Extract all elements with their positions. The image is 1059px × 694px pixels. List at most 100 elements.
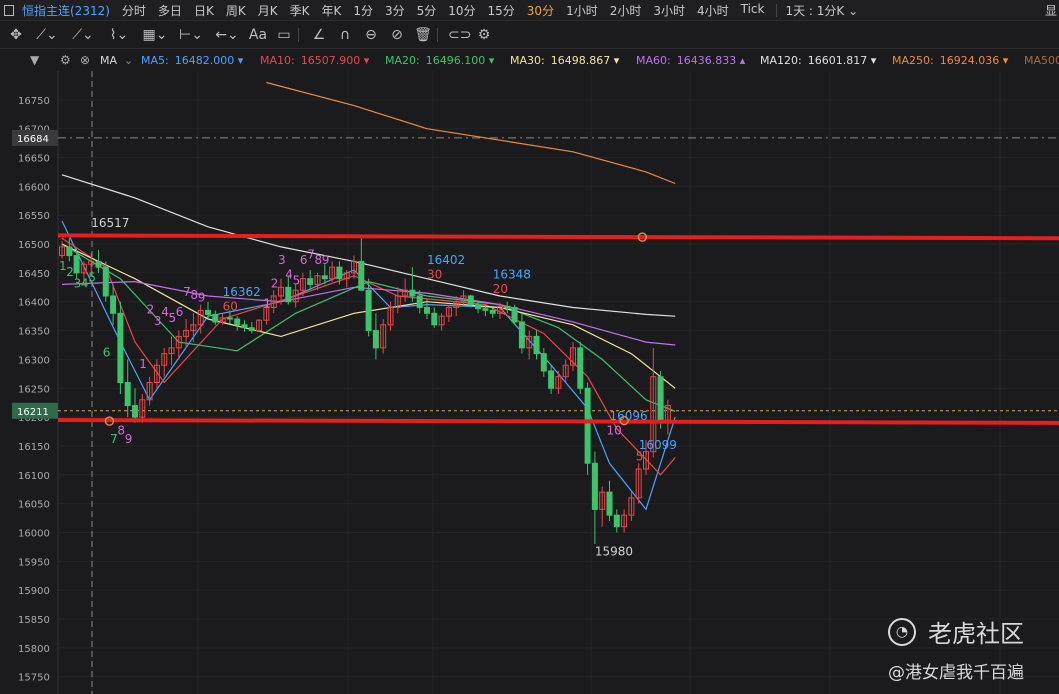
candle-body [424, 307, 430, 314]
ray-icon[interactable]: ⟋⌄ [68, 27, 98, 43]
ma-number: 16482.000 [174, 54, 235, 67]
period-list: 分时 多日 日K 周K 月K 季K 年K 1分 3分 5分 10分 15分 30分 1小时 2小时 3小时 4小… [122, 2, 777, 19]
arrow-icon[interactable]: ←⌄ [212, 27, 242, 43]
price-annotation: 16362 [223, 285, 261, 299]
ma-label: MA20: [385, 54, 420, 67]
candle-body [205, 309, 211, 315]
candle-body [248, 327, 255, 332]
ma-value-ma120[interactable]: MA120: 16601.817 ▾ [760, 54, 876, 67]
period-tab[interactable]: 1分 [353, 2, 373, 19]
delete-icon[interactable]: 🗑 [413, 27, 433, 43]
ma-arrow-icon: ▾ [237, 54, 244, 67]
ma-value-ma30[interactable]: MA30: 16498.867 ▾ [510, 54, 619, 67]
ma-value-ma5[interactable]: MA5: 16482.000 ▾ [141, 54, 243, 67]
circle-draw-icon[interactable]: ⊖ [361, 27, 381, 43]
layout-icon[interactable] [4, 4, 14, 16]
y-tick-label: 16150 [18, 442, 50, 453]
ma-value-ma10[interactable]: MA10: 16507.900 ▾ [260, 54, 369, 67]
period-tab[interactable]: Tick [741, 2, 765, 19]
indicator-menu-icon[interactable]: ▼ [30, 53, 39, 67]
comment-icon[interactable]: ▭ [274, 27, 294, 43]
candle-body [212, 313, 219, 323]
angle-icon[interactable]: ∠ [309, 27, 329, 43]
ma-value-ma60[interactable]: MA60: 16436.833 ▴ [636, 54, 745, 67]
td-count-label: 6 [176, 305, 184, 319]
trend-line-icon[interactable]: ⟋⌄ [32, 27, 62, 43]
crosshair-price-label: 16684 [17, 134, 49, 145]
price-annotation: 16096 [610, 409, 648, 423]
td-count-label: 5 [88, 271, 96, 285]
range-selector[interactable]: 1天 : 1分K ⌄ [785, 2, 858, 19]
measure-icon[interactable]: ⊢⌄ [176, 27, 206, 43]
y-tick-label: 16650 [18, 154, 50, 165]
ma-value-ma500[interactable]: MA500 [1024, 54, 1059, 67]
price-annotation: 60 [223, 299, 238, 313]
tool-divider [437, 27, 438, 42]
period-tab[interactable]: 月K [258, 2, 278, 19]
y-tick-label: 15750 [18, 673, 50, 684]
arc-icon[interactable]: ∩ [335, 27, 355, 43]
price-annotation: 16402 [427, 253, 465, 267]
price-annotation: 15980 [595, 545, 633, 559]
ma-value-ma250[interactable]: MA250: 16924.036 ▾ [892, 54, 1008, 67]
y-tick-label: 15950 [18, 557, 50, 568]
close-icon[interactable]: ⊗ [80, 53, 90, 67]
period-tab[interactable]: 日K [194, 2, 214, 19]
candle-body [584, 387, 591, 464]
right-label[interactable]: 显 [1045, 2, 1057, 19]
period-tab[interactable]: 分时 [122, 2, 146, 19]
y-tick-label: 16350 [18, 327, 50, 338]
text-icon[interactable]: Aa [248, 27, 268, 43]
symbol-label[interactable]: 恒指主连(2312) [22, 2, 110, 19]
settings-icon[interactable]: ⚙ [60, 53, 71, 67]
y-tick-label: 15900 [18, 586, 50, 597]
candle-body [504, 305, 511, 309]
candle-body [102, 266, 109, 297]
td-count-label: 9 [125, 432, 133, 446]
period-tab[interactable]: 季K [290, 2, 310, 19]
period-tab[interactable]: 周K [226, 2, 246, 19]
price-annotation: 16099 [639, 438, 677, 452]
y-tick-label: 15800 [18, 644, 50, 655]
price-chart[interactable]: 15750 15800 15850 15900 15950 16000 16050 16100… [0, 71, 1059, 694]
pattern-icon[interactable]: ▦⌄ [140, 27, 170, 43]
candle-body [591, 462, 598, 510]
candle-body [606, 491, 613, 516]
candle-body [431, 312, 438, 326]
chevron-down-icon[interactable]: ⌄ [124, 54, 133, 67]
td-count-label: 1 [263, 297, 271, 311]
period-tab[interactable]: 4小时 [697, 2, 729, 19]
y-tick-label: 16000 [18, 528, 50, 539]
current-price-label: 16211 [17, 407, 49, 418]
ma-arrow-icon: ▾ [363, 54, 370, 67]
watermark-brand: 老虎社区 [928, 620, 1024, 648]
ma-number: 16496.100 [425, 54, 486, 67]
period-tab[interactable]: 多日 [158, 2, 182, 19]
period-tab[interactable]: 30分 [527, 2, 554, 19]
ma-number: 16507.900 [300, 54, 361, 67]
period-tab[interactable]: 1小时 [566, 2, 598, 19]
ma-value-ma20[interactable]: MA20: 16496.100 ▾ [385, 54, 494, 67]
period-tab[interactable]: 3小时 [653, 2, 685, 19]
period-tab[interactable]: 10分 [448, 2, 475, 19]
period-tab[interactable]: 15分 [488, 2, 515, 19]
ma-number: 16436.833 [676, 54, 737, 67]
period-tab[interactable]: 5分 [417, 2, 437, 19]
candle-body [533, 335, 540, 355]
fib-icon[interactable]: ⌇⌄ [104, 27, 134, 43]
period-tab[interactable]: 3分 [385, 2, 405, 19]
settings-icon[interactable]: ⚙ [474, 27, 494, 43]
period-tab[interactable]: 2小时 [610, 2, 642, 19]
indicator-bar: ▼ ⚙ ⊗ MA ⌄ MA5: 16482.000 ▾ MA10: 16507.900… [0, 49, 1059, 72]
move-icon[interactable]: ✥ [6, 27, 26, 43]
ma-label: MA500 [1024, 54, 1059, 67]
price-annotation: 20 [493, 282, 508, 296]
candle-body [482, 308, 489, 311]
hide-icon[interactable]: ⊘ [387, 27, 407, 43]
price-annotation: 16348 [493, 268, 531, 282]
indicator-name[interactable]: MA [100, 54, 117, 67]
link-icon[interactable]: ⊂⊃ [448, 27, 471, 43]
candle-body [365, 289, 372, 332]
candle-body [657, 376, 664, 421]
period-tab[interactable]: 年K [321, 2, 341, 19]
